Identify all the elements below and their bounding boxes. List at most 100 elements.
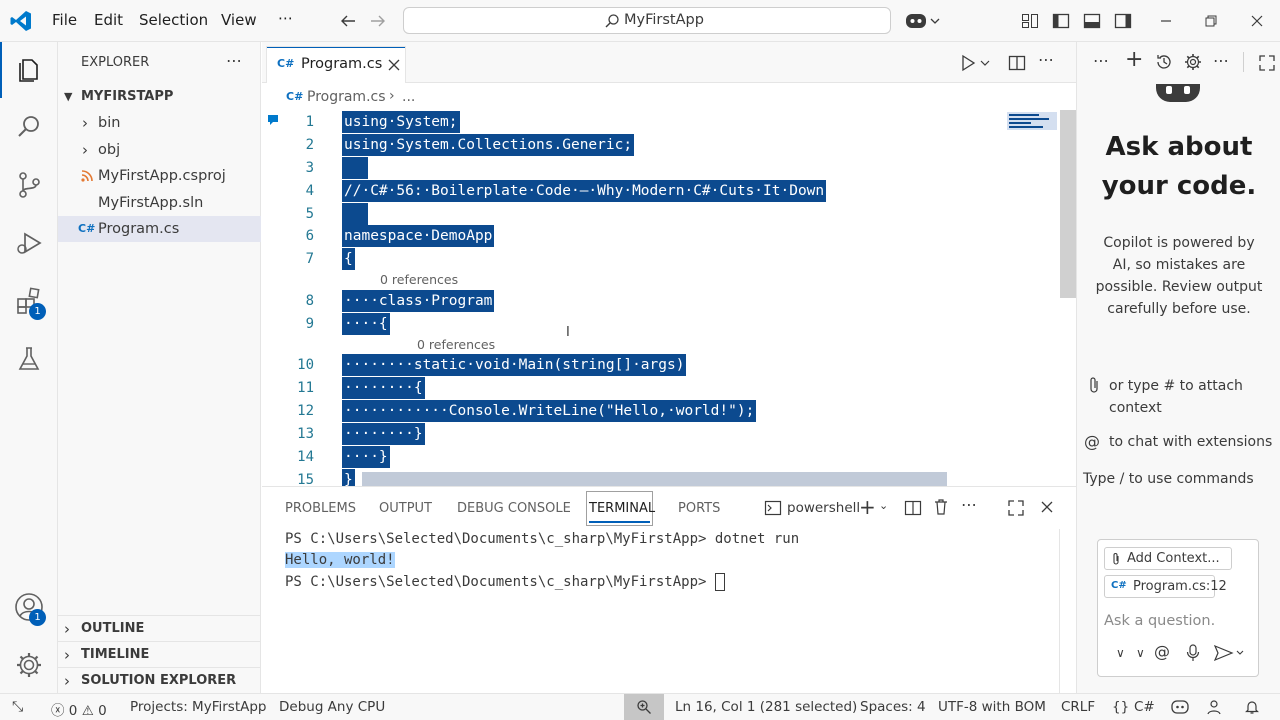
menu-file[interactable]: File xyxy=(52,11,77,29)
section-label: OUTLINE xyxy=(81,621,145,636)
code-line: { xyxy=(342,248,355,270)
tab-problems[interactable]: PROBLEMS xyxy=(285,501,356,516)
codelens-references[interactable]: 0 references xyxy=(417,337,495,352)
command-center-search[interactable]: MyFirstApp xyxy=(403,7,891,34)
toggle-panel-icon[interactable] xyxy=(1083,12,1101,30)
project-folder-header[interactable]: ▼ MYFIRSTAPP xyxy=(58,84,261,110)
run-icon[interactable] xyxy=(960,54,990,72)
project-name: MYFIRSTAPP xyxy=(81,89,174,104)
problems-status[interactable]: ⓧ 0 ⚠ 0 xyxy=(51,699,107,719)
tree-item-bin[interactable]: › bin xyxy=(58,110,261,136)
menu-view[interactable]: View xyxy=(221,11,257,29)
maximize-chat-icon[interactable] xyxy=(1258,54,1276,72)
chat-more-icon[interactable]: ⋯ xyxy=(1093,51,1109,70)
split-terminal-icon[interactable] xyxy=(904,499,922,517)
close-window-icon[interactable] xyxy=(1249,13,1265,29)
tree-item-sln[interactable]: MyFirstApp.sln xyxy=(58,190,261,216)
shell-name[interactable]: powershell xyxy=(787,500,860,516)
outline-section[interactable]: › OUTLINE xyxy=(58,615,261,641)
tab-output[interactable]: OUTPUT xyxy=(379,501,432,516)
menu-more[interactable]: ⋯ xyxy=(278,9,293,27)
history-icon[interactable] xyxy=(1155,53,1173,71)
zoom-status-button[interactable] xyxy=(624,694,664,720)
codelens-references[interactable]: 0 references xyxy=(380,272,458,287)
notifications-bell-icon[interactable] xyxy=(1244,699,1260,715)
toggle-secondary-sidebar-icon[interactable] xyxy=(1114,12,1132,30)
accounts-status-icon[interactable] xyxy=(1206,699,1222,715)
indentation-status[interactable]: Spaces: 4 xyxy=(860,699,926,715)
chat-input-placeholder[interactable]: Ask a question. xyxy=(1104,613,1215,629)
tab-debug-console[interactable]: DEBUG CONSOLE xyxy=(457,501,571,516)
testing-flask-icon[interactable] xyxy=(14,344,44,374)
remote-icon[interactable]: ⤡ xyxy=(12,699,23,715)
customize-layout-icon[interactable] xyxy=(1021,12,1039,30)
divider xyxy=(1243,52,1244,72)
timeline-section[interactable]: › TIMELINE xyxy=(58,641,261,667)
tree-item-label: obj xyxy=(98,142,121,158)
tree-item-csproj[interactable]: MyFirstApp.csproj xyxy=(58,163,261,189)
projects-status[interactable]: Projects: MyFirstApp xyxy=(130,699,266,715)
chevron-right-icon: › xyxy=(64,646,70,664)
selection-highlight xyxy=(362,472,947,486)
new-chat-plus-icon[interactable]: + xyxy=(1125,47,1143,72)
encoding-status[interactable]: UTF-8 with BOM xyxy=(938,699,1046,715)
copilot-status-icon[interactable] xyxy=(1171,699,1189,715)
menu-selection[interactable]: Selection xyxy=(139,11,208,29)
tree-item-program-cs[interactable]: C# Program.cs xyxy=(58,216,261,242)
copilot-icon[interactable] xyxy=(905,10,941,32)
add-context-button[interactable]: Add Context... xyxy=(1104,547,1232,570)
back-arrow-icon[interactable] xyxy=(339,12,357,30)
minimap[interactable] xyxy=(1007,112,1057,130)
terminal-dropdown-icon[interactable]: ⌄ xyxy=(879,499,888,512)
tab-terminal[interactable]: TERMINAL xyxy=(586,491,655,526)
restore-icon[interactable] xyxy=(1203,13,1219,29)
chevron-down-icon[interactable]: ∨ xyxy=(1116,646,1125,660)
rss-file-icon xyxy=(81,170,93,182)
run-debug-icon[interactable] xyxy=(14,228,44,258)
source-control-icon[interactable] xyxy=(14,170,44,200)
terminal-output: Hello, world! xyxy=(285,552,395,568)
manage-gear-icon[interactable] xyxy=(14,650,44,680)
explorer-more-icon[interactable]: ⋯ xyxy=(226,51,242,70)
breadcrumb-more[interactable]: ... xyxy=(402,89,415,105)
at-mention-icon[interactable]: @ xyxy=(1154,642,1170,661)
panel-more-icon[interactable]: ⋯ xyxy=(961,495,977,514)
language-status[interactable]: C# xyxy=(1134,699,1155,715)
terminal-line-3[interactable]: PS C:\Users\Selected\Documents\c_sharp\M… xyxy=(285,573,725,591)
minimize-icon[interactable] xyxy=(1158,13,1174,29)
solution-explorer-section[interactable]: › SOLUTION EXPLORER xyxy=(58,667,261,693)
close-tab-icon[interactable] xyxy=(387,58,401,72)
new-terminal-plus-icon[interactable]: + xyxy=(859,495,876,519)
chat-settings-gear-icon[interactable] xyxy=(1184,53,1202,71)
send-icon[interactable] xyxy=(1214,644,1246,662)
mode-chevron-down-icon[interactable]: ∨ xyxy=(1136,646,1145,660)
menu-edit[interactable]: Edit xyxy=(94,11,123,29)
trash-icon[interactable] xyxy=(932,498,950,516)
maximize-panel-icon[interactable] xyxy=(1007,499,1025,517)
chat-input-box[interactable]: Add Context... C# Program.cs:12 Ask a qu… xyxy=(1097,539,1259,677)
copilot-logo-icon xyxy=(1152,84,1204,106)
toggle-primary-sidebar-icon[interactable] xyxy=(1052,12,1070,30)
forward-arrow-icon[interactable] xyxy=(369,12,387,30)
tab-ports[interactable]: PORTS xyxy=(678,501,720,516)
editor-more-icon[interactable]: ⋯ xyxy=(1038,50,1054,69)
tree-item-obj[interactable]: › obj xyxy=(58,137,261,163)
extensions-icon[interactable]: 1 xyxy=(14,286,46,320)
breadcrumb-file[interactable]: Program.cs xyxy=(307,89,386,105)
explorer-files-icon[interactable] xyxy=(14,54,44,84)
editor-scrollbar[interactable] xyxy=(1060,110,1076,298)
close-panel-icon[interactable] xyxy=(1040,500,1054,514)
microphone-icon[interactable] xyxy=(1186,644,1200,662)
cursor-position-status[interactable]: Ln 16, Col 1 (281 selected) xyxy=(675,699,857,715)
terminal-scrollbar[interactable] xyxy=(1059,529,1076,694)
context-file-chip[interactable]: C# Program.cs:12 xyxy=(1104,575,1227,598)
accounts-icon[interactable]: 1 xyxy=(14,592,46,626)
split-editor-icon[interactable] xyxy=(1008,54,1026,72)
config-status[interactable]: Debug Any CPU xyxy=(279,699,385,715)
search-view-icon[interactable] xyxy=(14,112,44,142)
eol-status[interactable]: CRLF xyxy=(1061,699,1095,715)
text-cursor-ibeam: I xyxy=(566,325,570,340)
zoom-magnifier-icon xyxy=(636,699,652,715)
chat-more-actions-icon[interactable]: ⋯ xyxy=(1213,51,1229,70)
tab-program-cs[interactable]: C# Program.cs xyxy=(266,46,406,83)
